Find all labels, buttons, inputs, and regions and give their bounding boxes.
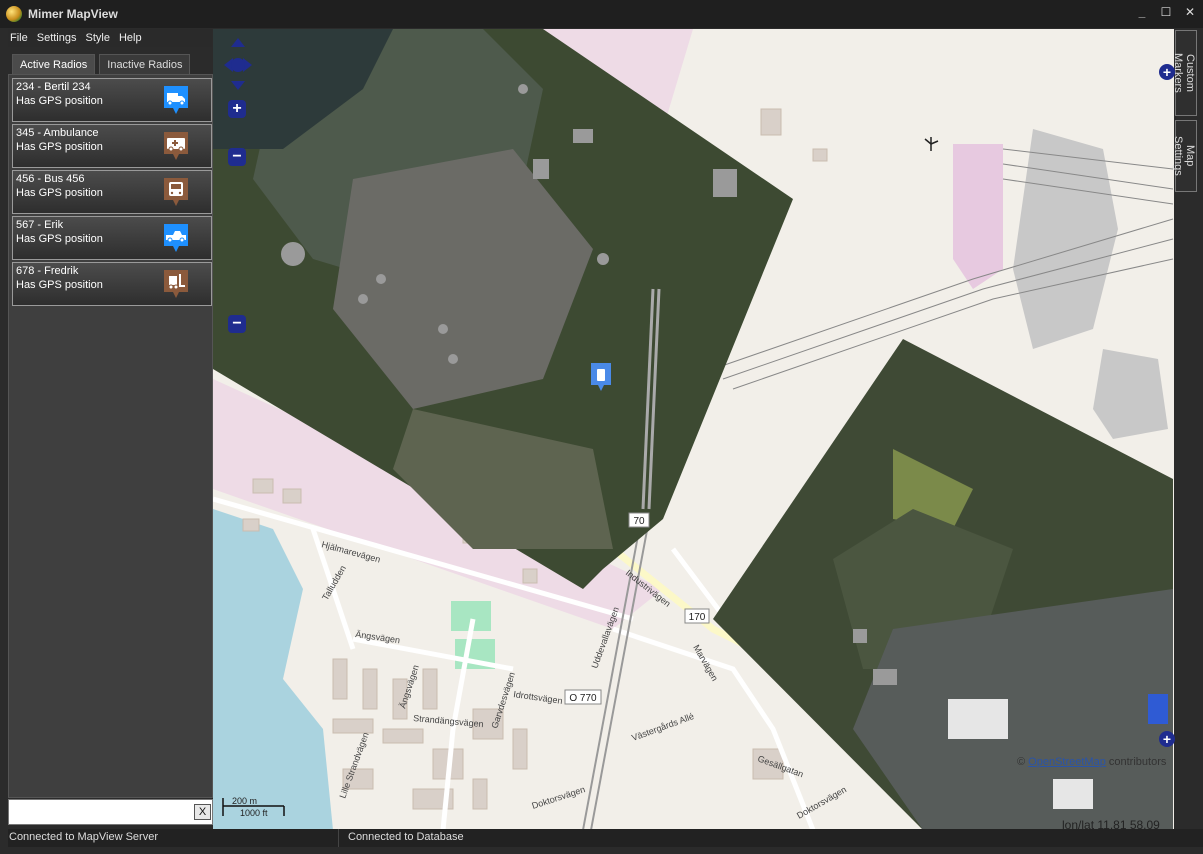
truck-icon (164, 86, 188, 114)
scale-imperial-label: 1000 ft (240, 808, 268, 818)
radio-name: 567 - Erik (16, 219, 64, 231)
expand-panel-button-lower[interactable]: + (1159, 731, 1175, 747)
filter-box (8, 799, 213, 825)
attribution-copyright: © (1017, 756, 1026, 768)
menu-style[interactable]: Style (85, 29, 109, 47)
status-divider (338, 829, 339, 847)
radio-name: 234 - Bertil 234 (16, 81, 91, 93)
window-title: Mimer MapView (28, 7, 118, 21)
title-bar: Mimer MapView _ ☐ ✕ (0, 0, 1203, 28)
menu-file[interactable]: File (10, 29, 28, 47)
map-canvas[interactable]: 70 170 O 770 Industrivägen Uddevallaväge… (213, 29, 1174, 830)
server-status: Connected to MapView Server (9, 831, 158, 843)
zoom-out-button[interactable]: − (228, 148, 246, 166)
close-button[interactable]: ✕ (1183, 5, 1197, 19)
status-bar: Connected to MapView Server Connected to… (8, 829, 1203, 847)
side-tabs: Custom Markers Map Settings (1172, 30, 1197, 196)
attribution-suffix: contributors (1108, 756, 1167, 768)
radio-name: 456 - Bus 456 (16, 173, 85, 185)
radio-list-item[interactable]: 678 - Fredrik Has GPS position (12, 262, 212, 306)
radio-tabs: Active Radios Inactive Radios (12, 54, 212, 74)
pan-control[interactable] (222, 36, 254, 92)
road-shield-70: 70 (628, 512, 650, 528)
road-shield-o770: O 770 (564, 689, 602, 705)
tab-custom-markers[interactable]: Custom Markers (1172, 30, 1197, 116)
bus-icon (164, 178, 188, 206)
map-attribution: © OpenStreetMap contributors (1017, 756, 1166, 768)
search-input[interactable] (9, 800, 189, 822)
radio-list-item[interactable]: 567 - Erik Has GPS position (12, 216, 212, 260)
zoom-out-button-lower[interactable]: − (228, 315, 246, 333)
app-logo-icon (6, 6, 22, 22)
radio-list: 234 - Bertil 234 Has GPS position 345 - … (12, 78, 212, 308)
forklift-icon (164, 270, 188, 298)
scale-metric-label: 200 m (232, 796, 258, 806)
radio-status: Has GPS position (16, 233, 103, 245)
menu-settings[interactable]: Settings (37, 29, 77, 47)
radio-list-item[interactable]: 456 - Bus 456 Has GPS position (12, 170, 212, 214)
menu-help[interactable]: Help (119, 29, 142, 47)
radio-list-item[interactable]: 345 - Ambulance Has GPS position (12, 124, 212, 168)
map-view[interactable]: 70 170 O 770 Industrivägen Uddevallaväge… (213, 29, 1174, 830)
radio-status: Has GPS position (16, 141, 103, 153)
maximize-button[interactable]: ☐ (1159, 5, 1173, 19)
ambulance-icon (164, 132, 188, 160)
database-status: Connected to Database (348, 831, 464, 843)
scale-bar: 200 m 1000 ft (222, 796, 286, 818)
radio-name: 345 - Ambulance (16, 127, 99, 139)
svg-text:O 770: O 770 (569, 693, 597, 704)
radio-name: 678 - Fredrik (16, 265, 79, 277)
tab-map-settings[interactable]: Map Settings (1172, 120, 1197, 192)
openstreetmap-link[interactable]: OpenStreetMap (1028, 756, 1106, 768)
radio-list-panel: 234 - Bertil 234 Has GPS position 345 - … (8, 74, 213, 798)
svg-text:70: 70 (633, 516, 645, 527)
menu-bar: File Settings Style Help (8, 29, 212, 47)
pan-down-icon (231, 81, 245, 90)
radio-status: Has GPS position (16, 187, 103, 199)
radio-status: Has GPS position (16, 95, 103, 107)
radio-status: Has GPS position (16, 279, 103, 291)
expand-panel-button[interactable]: + (1159, 64, 1175, 80)
pan-up-icon (231, 38, 245, 47)
svg-text:170: 170 (689, 612, 706, 623)
tab-inactive-radios[interactable]: Inactive Radios (99, 54, 191, 74)
minimize-button[interactable]: _ (1135, 5, 1149, 19)
tab-active-radios[interactable]: Active Radios (12, 54, 96, 74)
pickup-icon (164, 224, 188, 252)
radio-list-item[interactable]: 234 - Bertil 234 Has GPS position (12, 78, 212, 122)
zoom-in-button[interactable]: + (228, 100, 246, 118)
clear-filter-button[interactable]: X (194, 804, 211, 820)
road-shield-170: 170 (684, 608, 710, 624)
